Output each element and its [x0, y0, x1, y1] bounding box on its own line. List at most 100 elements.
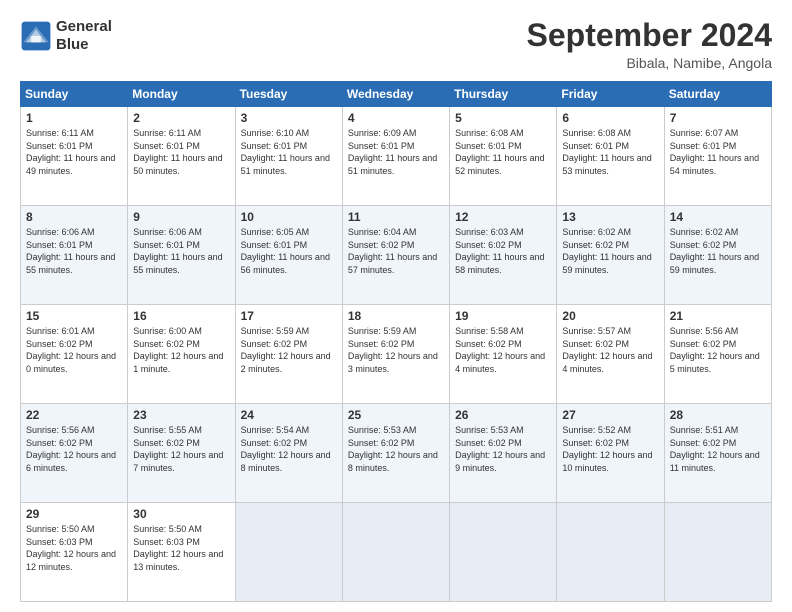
calendar-cell: 26 Sunrise: 5:53 AMSunset: 6:02 PMDayligh… — [450, 404, 557, 503]
calendar-cell: 9 Sunrise: 6:06 AMSunset: 6:01 PMDaylight… — [128, 206, 235, 305]
calendar-cell: 2Sunrise: 6:11 AMSunset: 6:01 PMDaylight… — [128, 107, 235, 206]
weekday-header-monday: Monday — [128, 82, 235, 107]
day-number: 22 — [26, 408, 122, 422]
calendar-cell: 15 Sunrise: 6:01 AMSunset: 6:02 PMDayligh… — [21, 305, 128, 404]
day-number: 28 — [670, 408, 766, 422]
day-number: 7 — [670, 111, 766, 125]
calendar-week-1: 1Sunrise: 6:11 AMSunset: 6:01 PMDaylight… — [21, 107, 772, 206]
calendar-cell: 5 Sunrise: 6:08 AMSunset: 6:01 PMDaylight… — [450, 107, 557, 206]
day-number: 14 — [670, 210, 766, 224]
location: Bibala, Namibe, Angola — [527, 55, 772, 71]
day-info: Sunrise: 5:55 AMSunset: 6:02 PMDaylight:… — [133, 424, 229, 474]
day-number: 4 — [348, 111, 444, 125]
month-title: September 2024 — [527, 18, 772, 53]
calendar-week-4: 22 Sunrise: 5:56 AMSunset: 6:02 PMDayligh… — [21, 404, 772, 503]
weekday-header-sunday: Sunday — [21, 82, 128, 107]
calendar-cell: 16 Sunrise: 6:00 AMSunset: 6:02 PMDayligh… — [128, 305, 235, 404]
page: General Blue September 2024 Bibala, Nami… — [0, 0, 792, 612]
day-number: 17 — [241, 309, 337, 323]
day-info: Sunrise: 6:07 AMSunset: 6:01 PMDaylight:… — [670, 127, 766, 177]
day-number: 3 — [241, 111, 337, 125]
weekday-header-thursday: Thursday — [450, 82, 557, 107]
day-info: Sunrise: 5:57 AMSunset: 6:02 PMDaylight:… — [562, 325, 658, 375]
day-info: Sunrise: 5:59 AMSunset: 6:02 PMDaylight:… — [241, 325, 337, 375]
logo-icon — [20, 20, 52, 52]
day-info: Sunrise: 6:02 AMSunset: 6:02 PMDaylight:… — [562, 226, 658, 276]
calendar-cell: 25 Sunrise: 5:53 AMSunset: 6:02 PMDayligh… — [342, 404, 449, 503]
day-info: Sunrise: 5:54 AMSunset: 6:02 PMDaylight:… — [241, 424, 337, 474]
day-number: 13 — [562, 210, 658, 224]
day-info: Sunrise: 6:11 AMSunset: 6:01 PMDaylight:… — [26, 127, 122, 177]
day-number: 16 — [133, 309, 229, 323]
calendar-cell: 17 Sunrise: 5:59 AMSunset: 6:02 PMDayligh… — [235, 305, 342, 404]
day-number: 11 — [348, 210, 444, 224]
calendar-header-row: SundayMondayTuesdayWednesdayThursdayFrid… — [21, 82, 772, 107]
day-number: 20 — [562, 309, 658, 323]
calendar-cell: 13 Sunrise: 6:02 AMSunset: 6:02 PMDayligh… — [557, 206, 664, 305]
day-info: Sunrise: 6:02 AMSunset: 6:02 PMDaylight:… — [670, 226, 766, 276]
day-info: Sunrise: 6:08 AMSunset: 6:01 PMDaylight:… — [455, 127, 551, 177]
day-number: 19 — [455, 309, 551, 323]
day-number: 6 — [562, 111, 658, 125]
calendar-body: 1Sunrise: 6:11 AMSunset: 6:01 PMDaylight… — [21, 107, 772, 602]
calendar-cell: 14 Sunrise: 6:02 AMSunset: 6:02 PMDayligh… — [664, 206, 771, 305]
day-number: 29 — [26, 507, 122, 521]
calendar-cell: 18 Sunrise: 5:59 AMSunset: 6:02 PMDayligh… — [342, 305, 449, 404]
calendar-cell: 12Sunrise: 6:03 AMSunset: 6:02 PMDayligh… — [450, 206, 557, 305]
calendar-cell — [235, 503, 342, 602]
day-info: Sunrise: 6:00 AMSunset: 6:02 PMDaylight:… — [133, 325, 229, 375]
day-info: Sunrise: 6:06 AMSunset: 6:01 PMDaylight:… — [133, 226, 229, 276]
day-info: Sunrise: 6:03 AMSunset: 6:02 PMDaylight:… — [455, 226, 551, 276]
day-info: Sunrise: 5:58 AMSunset: 6:02 PMDaylight:… — [455, 325, 551, 375]
day-info: Sunrise: 6:04 AMSunset: 6:02 PMDaylight:… — [348, 226, 444, 276]
calendar-cell: 3 Sunrise: 6:10 AMSunset: 6:01 PMDaylight… — [235, 107, 342, 206]
calendar-cell: 7 Sunrise: 6:07 AMSunset: 6:01 PMDaylight… — [664, 107, 771, 206]
day-number: 18 — [348, 309, 444, 323]
calendar-cell: 21 Sunrise: 5:56 AMSunset: 6:02 PMDayligh… — [664, 305, 771, 404]
calendar-cell — [664, 503, 771, 602]
calendar-cell: 10Sunrise: 6:05 AMSunset: 6:01 PMDayligh… — [235, 206, 342, 305]
day-number: 5 — [455, 111, 551, 125]
day-number: 30 — [133, 507, 229, 521]
calendar-cell: 22 Sunrise: 5:56 AMSunset: 6:02 PMDayligh… — [21, 404, 128, 503]
calendar-cell: 19 Sunrise: 5:58 AMSunset: 6:02 PMDayligh… — [450, 305, 557, 404]
day-info: Sunrise: 6:10 AMSunset: 6:01 PMDaylight:… — [241, 127, 337, 177]
title-block: September 2024 Bibala, Namibe, Angola — [527, 18, 772, 71]
calendar-cell: 28 Sunrise: 5:51 AMSunset: 6:02 PMDayligh… — [664, 404, 771, 503]
day-info: Sunrise: 5:53 AMSunset: 6:02 PMDaylight:… — [455, 424, 551, 474]
calendar-cell — [342, 503, 449, 602]
calendar-cell: 27Sunrise: 5:52 AMSunset: 6:02 PMDayligh… — [557, 404, 664, 503]
day-info: Sunrise: 5:59 AMSunset: 6:02 PMDaylight:… — [348, 325, 444, 375]
day-info: Sunrise: 5:51 AMSunset: 6:02 PMDaylight:… — [670, 424, 766, 474]
calendar-cell: 30Sunrise: 5:50 AMSunset: 6:03 PMDayligh… — [128, 503, 235, 602]
calendar-table: SundayMondayTuesdayWednesdayThursdayFrid… — [20, 81, 772, 602]
day-info: Sunrise: 5:53 AMSunset: 6:02 PMDaylight:… — [348, 424, 444, 474]
calendar-cell: 11 Sunrise: 6:04 AMSunset: 6:02 PMDayligh… — [342, 206, 449, 305]
day-info: Sunrise: 6:01 AMSunset: 6:02 PMDaylight:… — [26, 325, 122, 375]
day-info: Sunrise: 6:11 AMSunset: 6:01 PMDaylight:… — [133, 127, 229, 177]
logo: General Blue — [20, 18, 112, 54]
weekday-header-tuesday: Tuesday — [235, 82, 342, 107]
day-info: Sunrise: 5:50 AMSunset: 6:03 PMDaylight:… — [26, 523, 122, 573]
day-info: Sunrise: 5:56 AMSunset: 6:02 PMDaylight:… — [670, 325, 766, 375]
day-number: 25 — [348, 408, 444, 422]
day-number: 27 — [562, 408, 658, 422]
day-number: 21 — [670, 309, 766, 323]
calendar-cell: 1Sunrise: 6:11 AMSunset: 6:01 PMDaylight… — [21, 107, 128, 206]
calendar-week-2: 8Sunrise: 6:06 AMSunset: 6:01 PMDaylight… — [21, 206, 772, 305]
calendar-cell: 24 Sunrise: 5:54 AMSunset: 6:02 PMDayligh… — [235, 404, 342, 503]
day-number: 15 — [26, 309, 122, 323]
day-number: 10 — [241, 210, 337, 224]
day-number: 9 — [133, 210, 229, 224]
day-number: 23 — [133, 408, 229, 422]
calendar-cell: 23 Sunrise: 5:55 AMSunset: 6:02 PMDayligh… — [128, 404, 235, 503]
day-number: 26 — [455, 408, 551, 422]
day-number: 24 — [241, 408, 337, 422]
day-info: Sunrise: 6:09 AMSunset: 6:01 PMDaylight:… — [348, 127, 444, 177]
calendar-cell: 4 Sunrise: 6:09 AMSunset: 6:01 PMDaylight… — [342, 107, 449, 206]
weekday-header-saturday: Saturday — [664, 82, 771, 107]
weekday-header-friday: Friday — [557, 82, 664, 107]
calendar-week-5: 29 Sunrise: 5:50 AMSunset: 6:03 PMDayligh… — [21, 503, 772, 602]
weekday-header-wednesday: Wednesday — [342, 82, 449, 107]
day-info: Sunrise: 5:56 AMSunset: 6:02 PMDaylight:… — [26, 424, 122, 474]
